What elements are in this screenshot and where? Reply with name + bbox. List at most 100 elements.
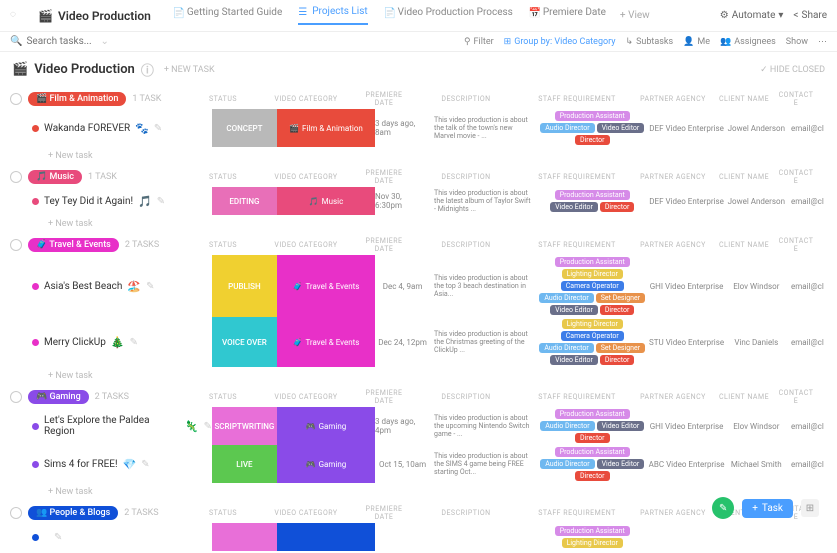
search-wrap[interactable]: 🔍 ⌄ — [10, 36, 109, 47]
staff-cell[interactable]: Production AssistantAudio DirectorVideo … — [536, 407, 648, 445]
share-button[interactable]: < Share — [793, 10, 827, 21]
show-button[interactable]: Show — [786, 37, 808, 47]
col-status: STATUS — [190, 509, 256, 517]
task-row[interactable]: Wakanda FOREVER 🐾 ✎ CONCEPT 🎬Film & Anim… — [0, 109, 837, 147]
task-row[interactable]: Merry ClickUp 🎄 ✎ VOICE OVER 🧳Travel & E… — [0, 317, 837, 367]
new-task-row[interactable]: + New task — [0, 147, 837, 165]
tab-projects-list[interactable]: ☰Projects List — [298, 6, 367, 25]
category-cell[interactable]: 🎮Gaming — [277, 445, 375, 483]
group-toggle[interactable] — [10, 239, 22, 251]
category-cell[interactable]: 🧳Travel & Events — [277, 255, 375, 317]
staff-cell[interactable]: Production AssistantVideo EditorDirector — [536, 187, 648, 215]
date-cell[interactable]: Dec 24, 12pm — [375, 317, 430, 367]
task-row[interactable]: Let's Explore the Paldea Region 🦎 ✎ SCRI… — [0, 407, 837, 445]
status-dot — [32, 461, 39, 468]
new-task-row[interactable]: + New task — [0, 367, 837, 385]
group-toggle[interactable] — [10, 93, 22, 105]
agency-cell: GHI Video Enterprise — [648, 255, 725, 317]
group-pill[interactable]: 🎵 Music — [28, 170, 82, 184]
staff-cell[interactable]: Production AssistantAudio DirectorVideo … — [536, 445, 648, 483]
col-status: STATUS — [190, 173, 256, 181]
automate-button[interactable]: ⚙ Automate ▾ — [720, 10, 784, 21]
task-row[interactable]: Asia's Best Beach 🏖️ ✎ PUBLISH 🧳Travel &… — [0, 255, 837, 317]
task-row[interactable]: Tey Tey Did it Again! 🎵 ✎ EDITING 🎵Music… — [0, 187, 837, 215]
search-input[interactable] — [26, 36, 96, 47]
category-cell[interactable]: 🎬Film & Animation — [277, 109, 375, 147]
list-icon: 🎬 — [12, 62, 28, 77]
staff-cell[interactable]: Production AssistantLighting DirectorCam… — [536, 255, 648, 317]
task-row[interactable]: ✎ Production AssistantLighting Director — [0, 523, 837, 551]
staff-cell[interactable]: Lighting DirectorCamera OperatorAudio Di… — [536, 317, 648, 367]
staff-tag: Audio Director — [540, 459, 594, 469]
status-cell[interactable]: CONCEPT — [212, 109, 277, 147]
category-cell[interactable]: 🎵Music — [277, 187, 375, 215]
tab-premiere-date[interactable]: 📅Premiere Date — [529, 6, 606, 25]
tab-video-production-process[interactable]: 📄Video Production Process — [384, 6, 513, 25]
task-name[interactable]: Sims 4 for FREE! 💎 ✎ — [32, 445, 212, 483]
group-by-button[interactable]: ⊞ Group by: Video Category — [504, 37, 616, 47]
date-cell[interactable]: Dec 4, 9am — [375, 255, 430, 317]
col-category: VIDEO CATEGORY — [256, 393, 356, 401]
fab-task-button[interactable]: + Task — [742, 499, 793, 518]
status-cell[interactable]: VOICE OVER — [212, 317, 277, 367]
group-count: 1 TASK — [132, 94, 161, 104]
task-name[interactable]: Merry ClickUp 🎄 ✎ — [32, 317, 212, 367]
new-task-header-button[interactable]: + NEW TASK — [164, 65, 215, 75]
group-pill[interactable]: 🎮 Gaming — [28, 390, 89, 404]
task-name[interactable]: Tey Tey Did it Again! 🎵 ✎ — [32, 187, 212, 215]
contact-cell: email@cl — [788, 187, 827, 215]
staff-cell[interactable]: Production AssistantLighting Director — [536, 523, 648, 551]
info-icon[interactable]: ⓘ — [141, 60, 154, 79]
task-name[interactable]: ✎ — [32, 523, 212, 551]
group-pill[interactable]: 👥 People & Blogs — [28, 506, 118, 520]
task-row[interactable]: Sims 4 for FREE! 💎 ✎ LIVE 🎮Gaming Oct 15… — [0, 445, 837, 483]
group-pill[interactable]: 🎬 Film & Animation — [28, 92, 126, 106]
assignees-button[interactable]: 👥 Assignees — [720, 37, 776, 47]
category-cell[interactable] — [277, 523, 375, 551]
date-cell[interactable]: 3 days ago, 8am — [375, 109, 430, 147]
fab-record[interactable]: ✎ — [712, 497, 734, 519]
fab-apps[interactable]: ⊞ — [801, 499, 819, 517]
staff-cell[interactable]: Production AssistantAudio DirectorVideo … — [536, 109, 648, 147]
subtasks-button[interactable]: ↳ Subtasks — [626, 37, 674, 47]
col-staff: STAFF REQUIREMENT — [520, 393, 634, 401]
staff-tag: Video Editor — [550, 202, 598, 212]
category-cell[interactable]: 🎮Gaming — [277, 407, 375, 445]
col-status: STATUS — [190, 393, 256, 401]
more-icon[interactable]: ⋯ — [818, 37, 827, 47]
col-client: CLIENT NAME — [712, 95, 776, 103]
col-status: STATUS — [190, 241, 256, 249]
staff-tag: Production Assistant — [555, 257, 630, 267]
group-toggle[interactable] — [10, 391, 22, 403]
date-cell[interactable]: Oct 15, 10am — [375, 445, 430, 483]
add-view-button[interactable]: + View — [620, 10, 650, 21]
date-cell[interactable] — [375, 523, 430, 551]
status-cell[interactable]: SCRIPTWRITING — [212, 407, 277, 445]
task-name[interactable]: Let's Explore the Paldea Region 🦎 ✎ — [32, 407, 212, 445]
group-toggle[interactable] — [10, 171, 22, 183]
hide-closed-button[interactable]: ✓ HIDE CLOSED — [760, 65, 825, 75]
nav-back-icon[interactable]: ◌ — [10, 9, 24, 23]
status-cell[interactable]: EDITING — [212, 187, 277, 215]
category-cell[interactable]: 🧳Travel & Events — [277, 317, 375, 367]
task-name[interactable]: Wakanda FOREVER 🐾 ✎ — [32, 109, 212, 147]
filter-button[interactable]: ⚲ Filter — [464, 37, 494, 47]
task-name[interactable]: Asia's Best Beach 🏖️ ✎ — [32, 255, 212, 317]
list-title: 🎬 Video Production ⓘ — [12, 60, 154, 79]
date-cell[interactable]: 3 days ago, 4pm — [375, 407, 430, 445]
contact-cell — [788, 523, 827, 551]
staff-tag: Director — [575, 471, 610, 481]
group-pill[interactable]: 🧳 Travel & Events — [28, 238, 119, 252]
status-cell[interactable] — [212, 523, 277, 551]
new-task-row[interactable]: + New task — [0, 215, 837, 233]
date-cell[interactable]: Nov 30, 6:30pm — [375, 187, 430, 215]
group-count: 1 TASK — [88, 172, 117, 182]
staff-tag: Camera Operator — [561, 281, 624, 291]
status-cell[interactable]: LIVE — [212, 445, 277, 483]
group-toggle[interactable] — [10, 507, 22, 519]
me-button[interactable]: 👤 Me — [683, 37, 710, 47]
contact-cell: email@cl — [788, 407, 827, 445]
status-cell[interactable]: PUBLISH — [212, 255, 277, 317]
tab-getting-started[interactable]: 📄Getting Started Guide — [173, 6, 282, 25]
chevron-down-icon[interactable]: ⌄ — [100, 36, 108, 47]
